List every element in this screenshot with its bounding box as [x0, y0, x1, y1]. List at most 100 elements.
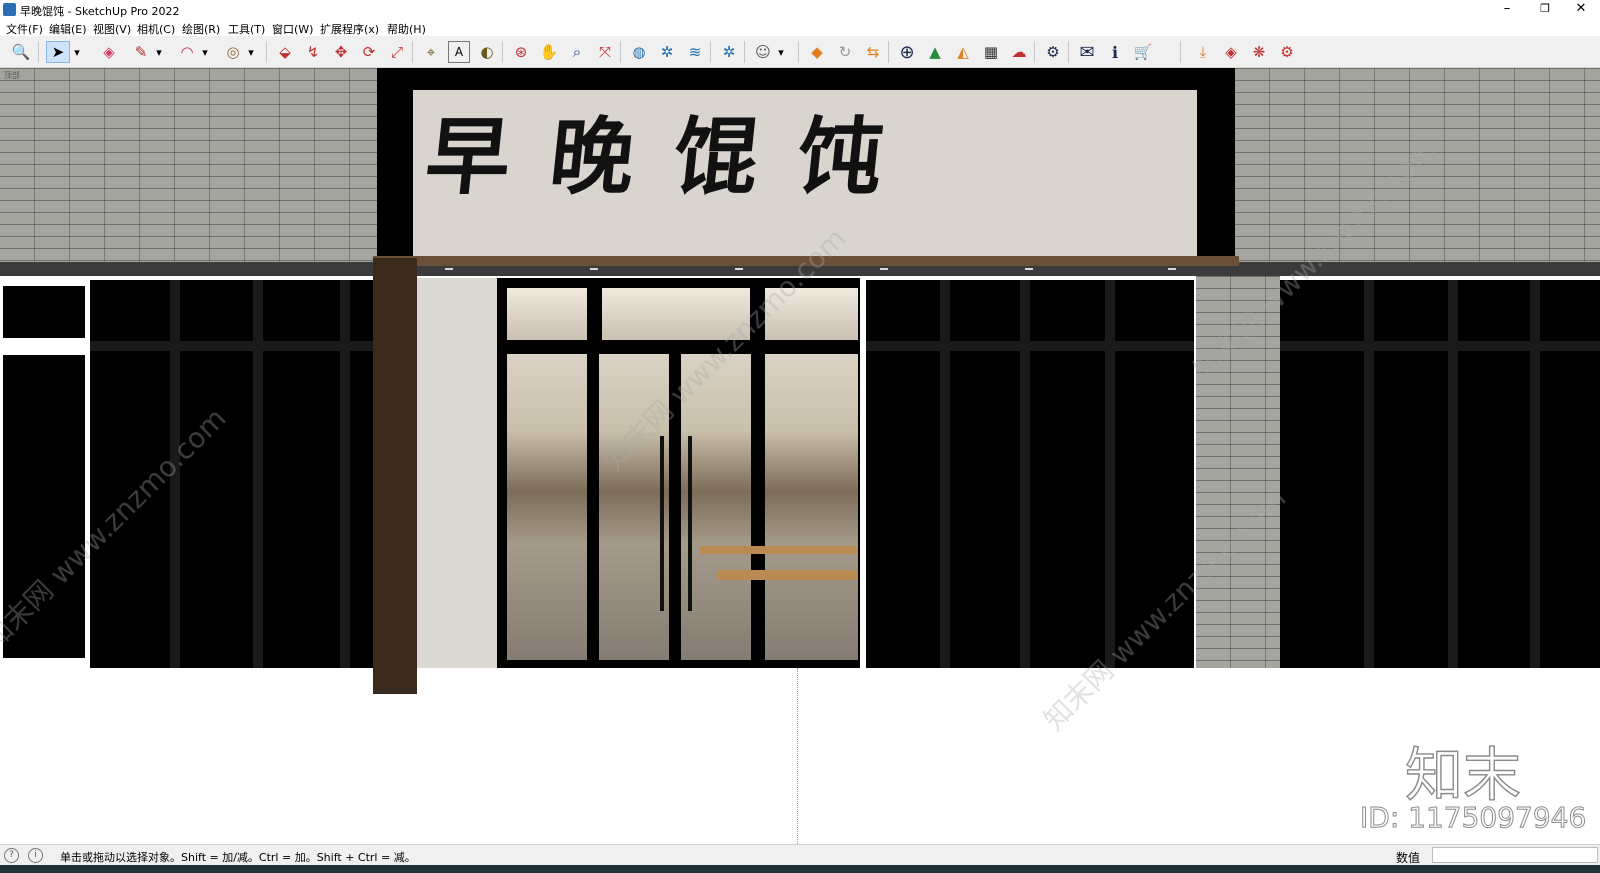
model-viewport[interactable]: 顶部 早晚馄饨 知末网 www.znzmo.com 知末网 www.znzmo.…: [0, 68, 1600, 844]
post-side-wall: [417, 278, 497, 668]
door-handle[interactable]: [688, 436, 692, 611]
mullion: [1530, 280, 1540, 668]
interior-bench: [718, 570, 858, 580]
menu-edit[interactable]: 编辑(E): [49, 21, 87, 37]
far-right-glazing: [1280, 280, 1600, 668]
menu-camera[interactable]: 相机(C): [137, 21, 175, 37]
toolbar-separator: [888, 41, 889, 63]
scale-icon[interactable]: ⤢: [386, 41, 408, 63]
text-icon[interactable]: A: [448, 41, 470, 63]
downlight: [1025, 268, 1033, 270]
eraser-icon[interactable]: ◈: [98, 41, 120, 63]
plugin-c-icon[interactable]: ◈: [1220, 41, 1242, 63]
cart-icon[interactable]: 🛒: [1132, 41, 1154, 63]
door-glass: [507, 354, 587, 660]
toolbar-separator: [412, 41, 413, 63]
tape-measure-icon[interactable]: ⌖: [420, 41, 442, 63]
menu-file[interactable]: 文件(F): [6, 21, 43, 37]
toolbar-separator: [1180, 41, 1181, 63]
mullion: [253, 280, 263, 668]
zoom-extents-icon[interactable]: ⤧: [594, 41, 616, 63]
select-icon[interactable]: ➤: [46, 41, 70, 63]
tree-icon[interactable]: ▲: [924, 41, 946, 63]
interior-table: [700, 546, 858, 554]
styles-icon[interactable]: ✲: [718, 41, 740, 63]
downlight: [1168, 268, 1176, 270]
toolbar-separator: [620, 41, 621, 63]
refresh-icon[interactable]: ↻: [834, 41, 856, 63]
menu-tools[interactable]: 工具(T): [228, 21, 265, 37]
menu-window[interactable]: 窗口(W): [272, 21, 313, 37]
pencil-dropdown-icon[interactable]: ▾: [152, 41, 166, 63]
account-dropdown-icon[interactable]: ▾: [774, 41, 788, 63]
ground-axis-line: [797, 668, 798, 844]
status-bar: ? i 单击或拖动以选择对象。Shift = 加/减。Ctrl = 加。Shif…: [0, 844, 1600, 866]
mail-icon[interactable]: ✉: [1076, 41, 1098, 63]
arc-dropdown-icon[interactable]: ▾: [198, 41, 212, 63]
toolbar-separator: [798, 41, 799, 63]
menu-help[interactable]: 帮助(H): [387, 21, 426, 37]
circle-icon[interactable]: ◎: [222, 41, 244, 63]
menu-bar: 文件(F) 编辑(E) 视图(V) 相机(C) 绘图(R) 工具(T) 窗口(W…: [0, 19, 1600, 36]
zoom-icon[interactable]: ⌕: [566, 41, 588, 63]
arc-icon[interactable]: ◠: [176, 41, 198, 63]
instructor-icon[interactable]: i: [28, 848, 43, 863]
circle-dropdown-icon[interactable]: ▾: [244, 41, 258, 63]
minimize-button[interactable]: –: [1488, 0, 1526, 20]
download-icon[interactable]: ⤓: [1192, 41, 1214, 63]
plugin-b-icon[interactable]: ⇆: [862, 41, 884, 63]
zoom-window-icon[interactable]: 🔍: [10, 41, 32, 63]
follow-me-icon[interactable]: ↯: [302, 41, 324, 63]
paint-bucket-icon[interactable]: ◐: [476, 41, 498, 63]
plugin-e-icon[interactable]: ⚙: [1276, 41, 1298, 63]
rotate-icon[interactable]: ⟳: [358, 41, 380, 63]
plugin-d-icon[interactable]: ❋: [1248, 41, 1270, 63]
info-icon[interactable]: ℹ: [1104, 41, 1126, 63]
mullion: [340, 280, 350, 668]
taskbar: [0, 865, 1600, 873]
cloud-upload-icon[interactable]: ☁: [1008, 41, 1030, 63]
extension-icon[interactable]: ✲: [656, 41, 678, 63]
restore-button[interactable]: ❐: [1526, 0, 1564, 20]
plugin-a-icon[interactable]: ◆: [806, 41, 828, 63]
mullion: [1020, 280, 1030, 668]
toolbar-separator: [266, 41, 267, 63]
toolbar-separator: [1068, 41, 1069, 63]
geo-location-icon[interactable]: ?: [4, 848, 19, 863]
pan-icon[interactable]: ✋: [538, 41, 560, 63]
sketchup-logo-icon: [3, 3, 16, 16]
mullion: [866, 341, 1194, 351]
menu-draw[interactable]: 绘图(R): [182, 21, 220, 37]
mullion: [1105, 280, 1115, 668]
transom-glass: [507, 288, 587, 340]
move-icon[interactable]: ✥: [330, 41, 352, 63]
door-handle[interactable]: [660, 436, 664, 611]
add-icon[interactable]: ⊕: [896, 41, 918, 63]
main-toolbar: 🔍 ➤ ▾ ◈ ✎ ▾ ◠ ▾ ◎ ▾ ⬙ ↯ ✥ ⟳ ⤢ ⌖ A ◐ ⊛ ✋ …: [0, 36, 1600, 68]
mullion: [1364, 280, 1374, 668]
account-icon[interactable]: ☺: [752, 41, 774, 63]
push-pull-icon[interactable]: ⬙: [274, 41, 296, 63]
settings-icon[interactable]: ⚙: [1042, 41, 1064, 63]
orbit-icon[interactable]: ⊛: [510, 41, 532, 63]
toolbar-separator: [744, 41, 745, 63]
title-bar: 早晚馄饨 - SketchUp Pro 2022 – ❐ ✕: [0, 0, 1600, 20]
measurements-input[interactable]: [1432, 847, 1598, 863]
status-message: 单击或拖动以选择对象。Shift = 加/减。Ctrl = 加。Shift + …: [60, 851, 416, 864]
measurements-label: 数值: [1396, 851, 1421, 865]
left-transom-glass: [3, 286, 85, 338]
layers-icon[interactable]: ≋: [684, 41, 706, 63]
close-button[interactable]: ✕: [1562, 0, 1600, 20]
downlight: [445, 268, 453, 270]
terrain-icon[interactable]: ◭: [952, 41, 974, 63]
scene-label: 顶部: [4, 71, 20, 80]
brick-wall-left: [0, 68, 377, 264]
menu-extensions[interactable]: 扩展程序(x): [320, 21, 379, 37]
checker-icon[interactable]: ▦: [980, 41, 1002, 63]
mullion: [1448, 280, 1458, 668]
menu-view[interactable]: 视图(V): [93, 21, 131, 37]
znzmo-logo-watermark: 知末: [1404, 740, 1522, 809]
select-dropdown-icon[interactable]: ▾: [70, 41, 84, 63]
warehouse-icon[interactable]: ◍: [628, 41, 650, 63]
pencil-icon[interactable]: ✎: [130, 41, 152, 63]
